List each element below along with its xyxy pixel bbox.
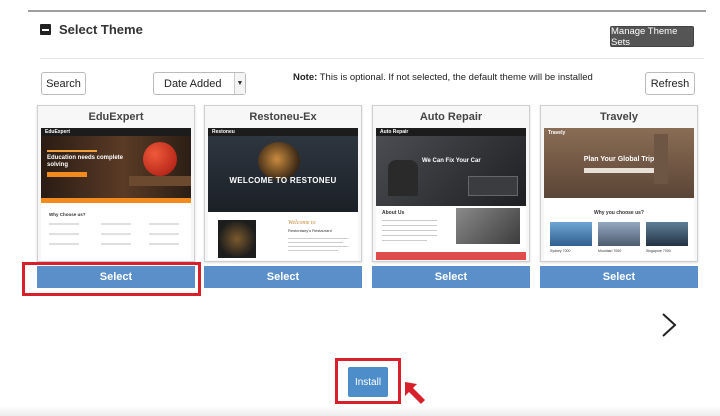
destination-caption: Mountain 7000	[598, 249, 622, 253]
dropdown-arrow-icon: ▼	[234, 73, 245, 94]
section-title: Select Theme	[59, 22, 143, 37]
destination-caption: Sydney 7000	[550, 249, 571, 253]
manage-theme-sets-button[interactable]: Manage Theme Sets	[610, 26, 694, 48]
preview-hero: WELCOME TO RESTONEU	[208, 136, 358, 212]
apple-image	[143, 142, 177, 176]
theme-card-restoneu-ex[interactable]: Restoneu-Ex Restoneu WELCOME TO RESTONEU…	[204, 105, 362, 262]
sort-select-value: Date Added	[164, 77, 222, 90]
theme-preview-eduexpert: EduExpert Education needs complete solvi…	[41, 128, 191, 260]
preview-brand: Restoneu	[212, 129, 235, 135]
preview-brand: EduExpert	[45, 129, 71, 135]
theme-preview-restoneu-ex: Restoneu WELCOME TO RESTONEU Welcome to …	[208, 128, 358, 260]
preview-section: Restontany's Restaurant	[288, 228, 332, 233]
section-header: Select Theme	[40, 22, 143, 37]
car-image	[456, 208, 520, 244]
theme-name: Travely	[600, 111, 638, 123]
minus-square-icon[interactable]	[40, 24, 51, 35]
theme-preview-travely: Travely Plan Your Global Trip Why you ch…	[544, 128, 694, 260]
preview-section: About Us	[382, 210, 405, 216]
top-divider	[28, 10, 706, 12]
header-divider	[40, 58, 704, 59]
preview-brand: Auto Repair	[380, 129, 409, 135]
preview-headline: We Can Fix Your Car	[422, 158, 481, 164]
search-button[interactable]: Search	[41, 72, 86, 95]
preview-hero: Travely Plan Your Global Trip	[544, 128, 694, 198]
theme-card-travely[interactable]: Travely Travely Plan Your Global Trip Wh…	[540, 105, 698, 262]
highlight-box-install	[335, 358, 401, 404]
food-bowl-image	[258, 142, 300, 180]
theme-card-auto-repair[interactable]: Auto Repair Auto Repair We Can Fix Your …	[372, 105, 530, 262]
highlight-box-select	[22, 262, 201, 296]
arrow-up-left-icon	[405, 382, 425, 404]
preview-section: Why Choose us?	[49, 212, 86, 217]
chevron-right-icon[interactable]	[658, 312, 680, 338]
theme-name: Restoneu-Ex	[249, 111, 317, 123]
optional-note: Note: This is optional. If not selected,…	[293, 72, 593, 83]
select-button-restoneu-ex[interactable]: Select	[204, 266, 362, 288]
theme-preview-auto-repair: Auto Repair We Can Fix Your Car About Us	[376, 128, 526, 260]
destination-caption: Singapore 7000	[646, 249, 671, 253]
preview-headline: WELCOME TO RESTONEU	[229, 176, 337, 185]
preview-headline: Education needs complete solving	[47, 155, 124, 168]
preview-brand: Travely	[548, 130, 566, 136]
page-bottom-fade	[0, 406, 720, 416]
note-text: This is optional. If not selected, the d…	[317, 72, 593, 83]
dish-image	[218, 220, 256, 258]
mechanic-image	[388, 160, 418, 196]
preview-hero: We Can Fix Your Car	[376, 136, 526, 206]
destination-image	[598, 222, 640, 246]
preview-section: Why you choose us?	[593, 210, 644, 216]
preview-hero: Education needs complete solving	[41, 136, 191, 198]
note-label: Note:	[293, 72, 318, 83]
destination-image	[550, 222, 592, 246]
preview-script: Welcome to	[288, 220, 316, 226]
select-button-travely[interactable]: Select	[540, 266, 698, 288]
theme-card-eduexpert[interactable]: EduExpert EduExpert Education needs comp…	[37, 105, 195, 262]
refresh-button[interactable]: Refresh	[645, 72, 695, 95]
sort-select[interactable]: Date Added ▼	[153, 72, 246, 95]
theme-name: EduExpert	[88, 111, 144, 123]
theme-name: Auto Repair	[419, 111, 483, 123]
destination-image	[646, 222, 688, 246]
preview-headline: Plan Your Global Trip	[583, 156, 655, 163]
select-button-auto-repair[interactable]: Select	[372, 266, 530, 288]
